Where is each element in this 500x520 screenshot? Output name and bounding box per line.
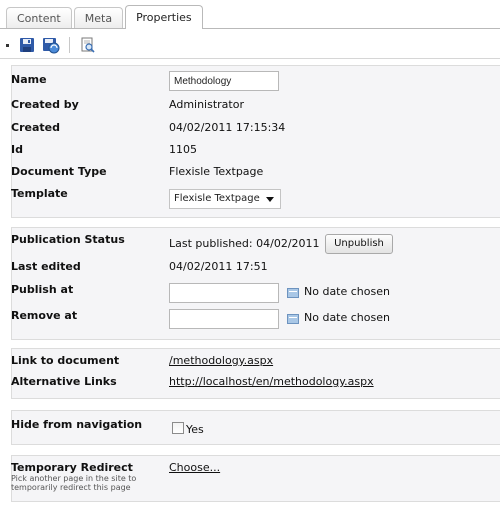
- created-value: 04/02/2011 17:15:34: [169, 121, 286, 134]
- choose-link[interactable]: Choose...: [169, 461, 220, 474]
- template-select-value: Flexisle Textpage: [174, 193, 260, 204]
- tab-bar: Content Meta Properties: [6, 5, 205, 29]
- name-label: Name: [11, 73, 47, 86]
- save-and-publish-icon: [43, 38, 60, 54]
- created-label: Created: [11, 121, 60, 134]
- tab-properties[interactable]: Properties: [125, 5, 203, 29]
- tab-divider: [0, 28, 500, 29]
- preview-button[interactable]: [79, 36, 97, 54]
- publish-at-input[interactable]: [169, 283, 279, 303]
- created-by-label: Created by: [11, 98, 79, 111]
- preview-icon: [81, 37, 95, 53]
- remove-at-calendar-icon[interactable]: [287, 314, 299, 324]
- last-edited-value: 04/02/2011 17:51: [169, 260, 268, 273]
- publish-at-label: Publish at: [11, 283, 74, 296]
- hide-from-navigation-label: Hide from navigation: [11, 418, 143, 431]
- name-input[interactable]: [169, 71, 279, 91]
- unpublish-button[interactable]: Unpublish: [325, 234, 393, 254]
- remove-at-label: Remove at: [11, 309, 78, 322]
- link-to-document-label: Link to document: [11, 354, 120, 367]
- document-type-value: Flexisle Textpage: [169, 165, 264, 178]
- id-label: Id: [11, 143, 23, 156]
- toolbar: [6, 33, 97, 57]
- last-edited-label: Last edited: [11, 260, 81, 273]
- link-to-document-link[interactable]: /methodology.aspx: [169, 354, 273, 367]
- save-button[interactable]: [18, 36, 36, 54]
- toolbar-separator: [69, 37, 70, 53]
- template-label: Template: [11, 187, 68, 200]
- temporary-redirect-label: Temporary Redirect: [11, 461, 133, 474]
- remove-at-input[interactable]: [169, 309, 279, 329]
- toolbar-divider: [0, 58, 500, 59]
- hide-from-navigation-option: Yes: [186, 423, 204, 436]
- toolbar-grip: [6, 43, 9, 47]
- publish-at-calendar-icon[interactable]: [287, 288, 299, 298]
- save-and-publish-button[interactable]: [42, 36, 60, 54]
- template-select[interactable]: Flexisle Textpage: [169, 189, 281, 209]
- id-value: 1105: [169, 143, 197, 156]
- tab-meta[interactable]: Meta: [73, 7, 124, 29]
- hide-from-navigation-checkbox[interactable]: [172, 422, 184, 434]
- document-type-label: Document Type: [11, 165, 107, 178]
- publication-status-value: Last published: 04/02/2011: [169, 237, 320, 250]
- tab-content[interactable]: Content: [6, 7, 72, 29]
- alternative-link[interactable]: http://localhost/en/methodology.aspx: [169, 375, 374, 388]
- created-by-value: Administrator: [169, 98, 244, 111]
- save-icon: [20, 38, 34, 52]
- remove-at-no-date: No date chosen: [304, 311, 390, 324]
- chevron-down-icon: [266, 197, 274, 202]
- alternative-links-label: Alternative Links: [11, 375, 117, 388]
- publication-status-label: Publication Status: [11, 233, 125, 246]
- temporary-redirect-description: Pick another page in the site to tempora…: [11, 474, 137, 492]
- publish-at-no-date: No date chosen: [304, 285, 390, 298]
